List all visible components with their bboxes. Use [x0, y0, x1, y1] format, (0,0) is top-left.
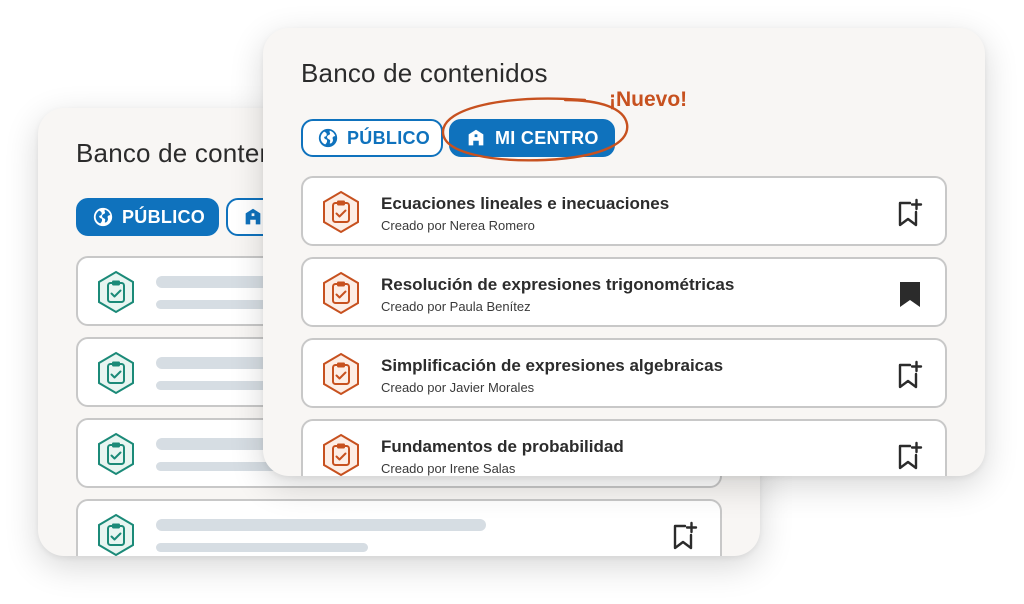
card-title: Banco de contenidos	[301, 58, 548, 88]
hexagon-clipboard-check-icon	[98, 270, 134, 314]
hexagon-clipboard-check-icon	[98, 513, 134, 556]
tab-label: PÚBLICO	[122, 206, 206, 227]
tab-publico[interactable]: PÚBLICO	[301, 119, 443, 157]
bookmark-plus-icon[interactable]	[897, 198, 923, 228]
tab-label: PÚBLICO	[347, 127, 431, 148]
list-item[interactable]	[76, 499, 722, 556]
item-author: Creado por Nerea Romero	[381, 218, 535, 233]
school-building-icon	[468, 129, 484, 146]
item-title: Fundamentos de probabilidad	[381, 437, 624, 456]
tab-publico[interactable]: PÚBLICO	[76, 198, 219, 236]
bookmark-plus-icon[interactable]	[672, 521, 698, 551]
item-author: Creado por Javier Morales	[381, 380, 535, 395]
new-badge: ¡Nuevo!	[609, 88, 688, 111]
hexagon-clipboard-check-icon	[323, 190, 359, 234]
item-author: Creado por Irene Salas	[381, 461, 516, 476]
hexagon-clipboard-check-icon	[98, 432, 134, 476]
globe-icon	[318, 128, 338, 148]
list-item[interactable]: Resolución de expresiones trigonométrica…	[301, 257, 947, 327]
hexagon-clipboard-check-icon	[323, 352, 359, 396]
item-author: Creado por Paula Benítez	[381, 299, 531, 314]
list-item[interactable]: Simplificación de expresiones algebraica…	[301, 338, 947, 408]
hexagon-clipboard-check-icon	[323, 271, 359, 315]
hexagon-clipboard-check-icon	[323, 433, 359, 476]
tab-mi-centro[interactable]: MI CENTRO	[449, 119, 615, 157]
item-title: Ecuaciones lineales e inecuaciones	[381, 194, 670, 213]
hexagon-clipboard-check-icon	[98, 351, 134, 395]
placeholder-line	[156, 543, 368, 552]
bookmark-plus-icon[interactable]	[897, 441, 923, 471]
list-item[interactable]: Ecuaciones lineales e inecuaciones Cread…	[301, 176, 947, 246]
school-building-icon	[245, 208, 261, 225]
globe-icon	[93, 207, 113, 227]
item-title: Simplificación de expresiones algebraica…	[381, 356, 724, 375]
item-title: Resolución de expresiones trigonométrica…	[381, 275, 735, 294]
content-bank-card: Banco de contenidos PÚBLICO MI CENTRO ¡N…	[263, 28, 985, 476]
placeholder-line	[156, 519, 486, 531]
bookmark-filled-icon[interactable]	[897, 279, 923, 309]
bookmark-plus-icon[interactable]	[897, 360, 923, 390]
list-item[interactable]: Fundamentos de probabilidad Creado por I…	[301, 419, 947, 476]
tab-label: MI CENTRO	[495, 127, 599, 148]
